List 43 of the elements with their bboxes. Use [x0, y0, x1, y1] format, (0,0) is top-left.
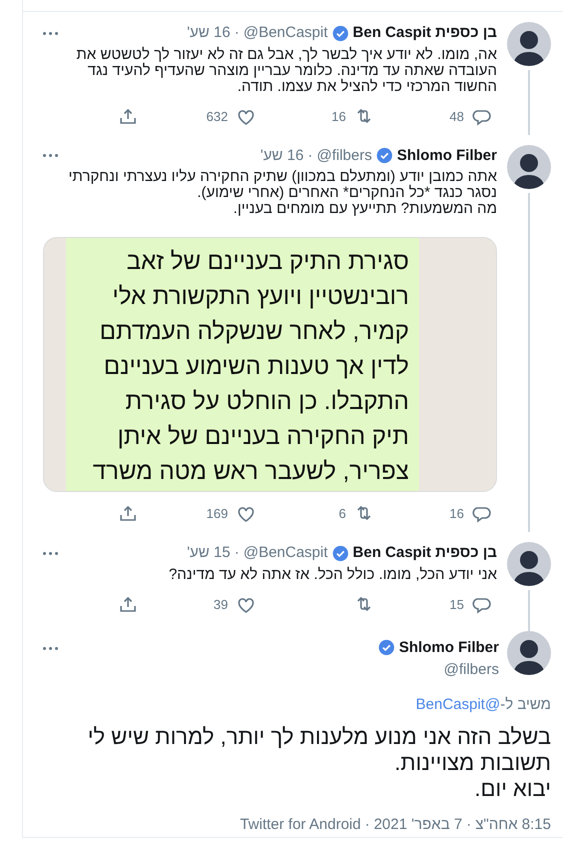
avatar[interactable] — [507, 144, 551, 188]
tweet-text: אה, מומו. לא יודע איך לבשר לך, אבל גם זה לא יעזור לך לטשטש את העובדה שאתה עד מדינה. כלומר עבריין מוצהר שהעדיף להעיד נגד החשוד המרכזי כדי להציל את עצמו. תודה. — [75, 46, 497, 94]
action-count: 15 — [450, 596, 464, 614]
author-name[interactable]: בן כספית Ben Caspit — [352, 22, 497, 44]
separator: · — [364, 815, 370, 835]
separator: · — [234, 543, 240, 563]
author-handle[interactable]: @BenCaspit — [243, 542, 328, 564]
thread-line — [528, 70, 530, 134]
action-count: 16 — [450, 505, 464, 524]
author-handle[interactable]: @filbers — [316, 144, 372, 167]
tweet-time[interactable]: 16 שע' — [186, 22, 230, 44]
author-name[interactable]: Shlomo Filber — [396, 144, 497, 167]
tweet-text: אני יודע הכל, מומו. כולל הכל. אז אתה לא עד מדינה? — [168, 566, 497, 582]
action-count: 48 — [450, 108, 464, 126]
tweet-time[interactable]: 16 שע' — [260, 144, 304, 167]
avatar[interactable] — [507, 542, 551, 586]
action-count: 632 — [206, 108, 228, 126]
share-icon[interactable] — [118, 106, 138, 126]
screenshot-text: סגירת התיק בעניינם של זאב רובינשטיין ויועץ התקשורת אלי קמיר, לאחר שנשקלה העמדתם לדין אך טענות השימוע בעניינם התקבלו. כן הוחלט על סגירת תיק החקירה בעניינם של איתן צפריר, לשעבר ראש מטה משרד — [92, 247, 409, 487]
mention-link[interactable]: @BenCaspit — [416, 696, 500, 712]
separator: · — [308, 146, 313, 166]
author-name[interactable]: Shlomo Filber — [398, 636, 499, 659]
separator: · — [466, 815, 472, 835]
action-count: 16 — [332, 108, 346, 126]
separator: · — [234, 23, 240, 43]
author-handle[interactable]: @BenCaspit — [243, 22, 328, 44]
action-count: 169 — [206, 505, 228, 524]
share-icon[interactable] — [118, 504, 138, 524]
tweet-meta: 7 באפר' 2021 — [374, 815, 462, 835]
tweet-text: בשלב הזה אני מנוע מלענות לך יותר, למרות שיש לי תשובות מצויינות. יבוא יום. — [86, 724, 551, 802]
author-handle[interactable]: @filbers — [444, 659, 499, 682]
author-name[interactable]: בן כספית Ben Caspit — [352, 542, 497, 564]
tweet-text: אתה כמובן יודע (ומתעלם במכוון) שתיק החקירה עליו נעצרתי ונחקרתי נסגר כנגד *כל הנחקרים* האחרים (אחרי שימוע). מה המשמעות? תתייעץ עם מומחים בעניין. — [68, 169, 497, 217]
share-icon[interactable] — [118, 594, 138, 614]
avatar[interactable] — [507, 22, 551, 66]
heart-icon[interactable] — [236, 504, 256, 524]
action-count: 39 — [214, 596, 228, 614]
reply-icon[interactable] — [472, 504, 492, 524]
tweet-time[interactable]: 15 שע' — [186, 542, 230, 564]
avatar[interactable] — [507, 630, 551, 674]
action-count: 6 — [338, 505, 346, 524]
tweet-meta[interactable]: Twitter for Android — [240, 814, 361, 836]
tweet-meta: 8:15 אחה"צ — [475, 815, 551, 835]
